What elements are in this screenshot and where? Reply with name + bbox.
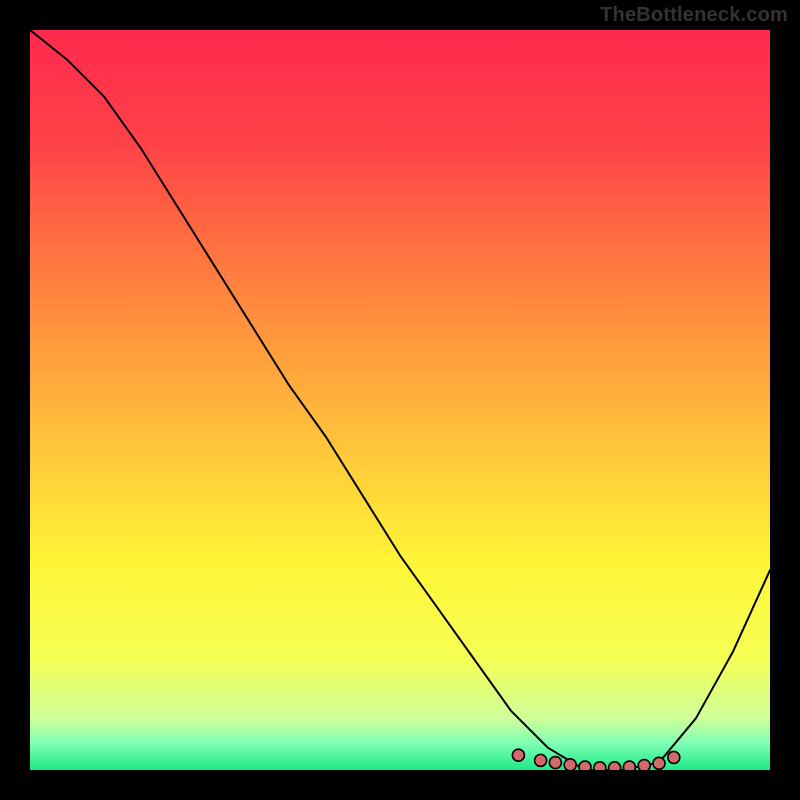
optimal-marker bbox=[668, 751, 680, 763]
chart-svg bbox=[30, 30, 770, 770]
optimal-marker bbox=[609, 762, 621, 770]
optimal-marker bbox=[549, 757, 561, 769]
watermark-text: TheBottleneck.com bbox=[600, 4, 788, 27]
gradient-background bbox=[30, 30, 770, 770]
optimal-marker bbox=[564, 759, 576, 770]
optimal-marker bbox=[638, 760, 650, 770]
chart-frame: TheBottleneck.com bbox=[0, 0, 800, 800]
optimal-marker bbox=[653, 757, 665, 769]
optimal-marker bbox=[579, 761, 591, 770]
optimal-marker bbox=[535, 754, 547, 766]
optimal-marker bbox=[623, 761, 635, 770]
plot-area bbox=[30, 30, 770, 770]
optimal-marker bbox=[512, 749, 524, 761]
optimal-marker bbox=[594, 762, 606, 770]
